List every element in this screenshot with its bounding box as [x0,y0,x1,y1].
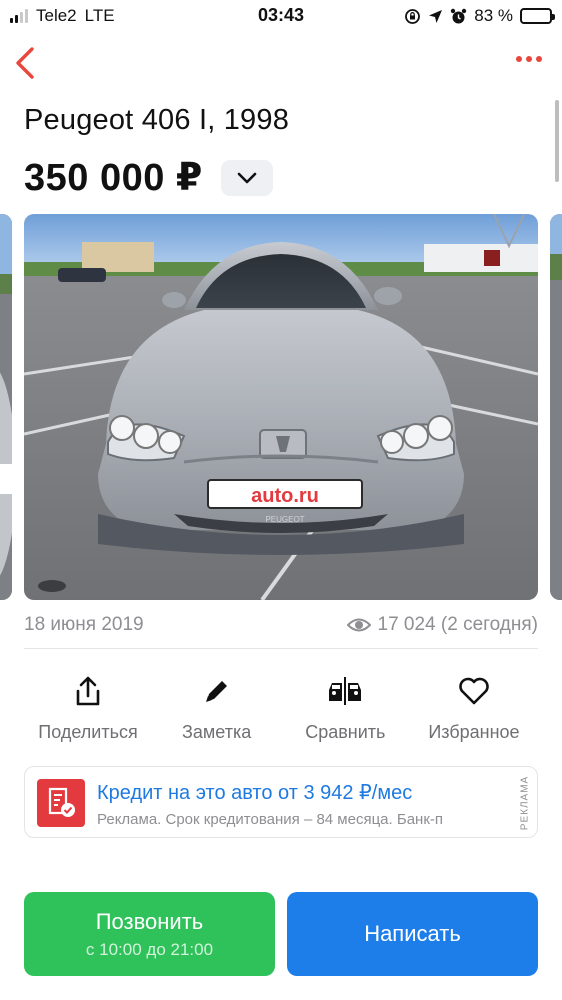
more-options-button[interactable] [516,56,542,62]
favorite-label: Избранное [428,722,520,742]
credit-ad-banner[interactable]: Кредит на это авто от 3 942 ₽/мес Реклам… [24,766,538,838]
call-label: Позвонить [95,908,204,934]
ellipsis-icon [516,56,522,62]
call-button[interactable]: Позвонить с 10:00 до 21:00 [24,892,275,976]
photo-gallery[interactable]: auto.ru PEUGEOT [0,214,562,600]
plate-text: auto.ru [251,485,319,507]
note-button[interactable]: Заметка [153,672,281,752]
credit-document-icon [37,779,85,827]
ellipsis-dot [526,56,532,62]
note-icon-wrap [203,672,231,710]
ellipsis-dot [536,56,542,62]
favorite-icon-wrap [458,672,490,710]
heart-icon [459,677,489,705]
previous-photo-peek[interactable] [0,214,12,600]
call-hours: с 10:00 до 21:00 [85,939,214,959]
battery-icon [520,8,555,24]
views-text: 17 024 (2 сегодня) [377,614,539,635]
compare-cars-icon [329,677,362,705]
share-icon-wrap [74,672,102,710]
share-icon [76,676,100,706]
ad-title: Кредит на это авто от 3 942 ₽/мес [97,782,413,804]
rotation-lock-icon [405,8,421,24]
chevron-left-icon [16,47,34,79]
price-row: 350 000 ₽ [24,155,273,200]
listing-title: Peugeot 406 I, 1998 [24,104,290,136]
next-photo-peek[interactable] [550,214,562,600]
alarm-icon [451,8,467,23]
listing-meta: 18 июня 2019 17 024 (2 сегодня) [24,614,538,640]
note-label: Заметка [182,722,252,742]
favorite-button[interactable]: Избранное [410,672,538,752]
share-button[interactable]: Поделиться [24,672,152,752]
compare-label: Сравнить [305,722,386,742]
ad-tag: РЕКЛАМА [519,775,531,831]
action-bar: Поделиться Заметка Сравнить Избранное [24,672,538,752]
battery-percent: 83 % [474,6,513,25]
listing-date: 18 июня 2019 [24,614,144,635]
location-icon [429,9,443,23]
share-label: Поделиться [38,722,138,742]
scroll-indicator [555,100,559,182]
price-details-button[interactable] [220,159,273,196]
compare-button[interactable]: Сравнить [281,672,409,752]
write-label: Написать [364,921,461,946]
views-counter: 17 024 (2 сегодня) [346,614,539,636]
divider [24,648,538,649]
ad-subtitle: Реклама. Срок кредитования – 84 месяца. … [97,811,443,828]
status-bar: Tele2 LTE 03:43 83 % [0,0,562,32]
pencil-icon [205,681,227,702]
back-button[interactable] [12,45,40,81]
car-photo[interactable]: auto.ru PEUGEOT [24,214,538,600]
compare-icon-wrap [327,672,363,710]
chevron-down-icon [237,172,257,183]
eye-icon [346,618,371,632]
bumper-badge-text: PEUGEOT [265,515,304,524]
status-right: 83 % [404,6,555,26]
listing-price: 350 000 ₽ [24,157,203,199]
write-button[interactable]: Написать [287,892,538,976]
